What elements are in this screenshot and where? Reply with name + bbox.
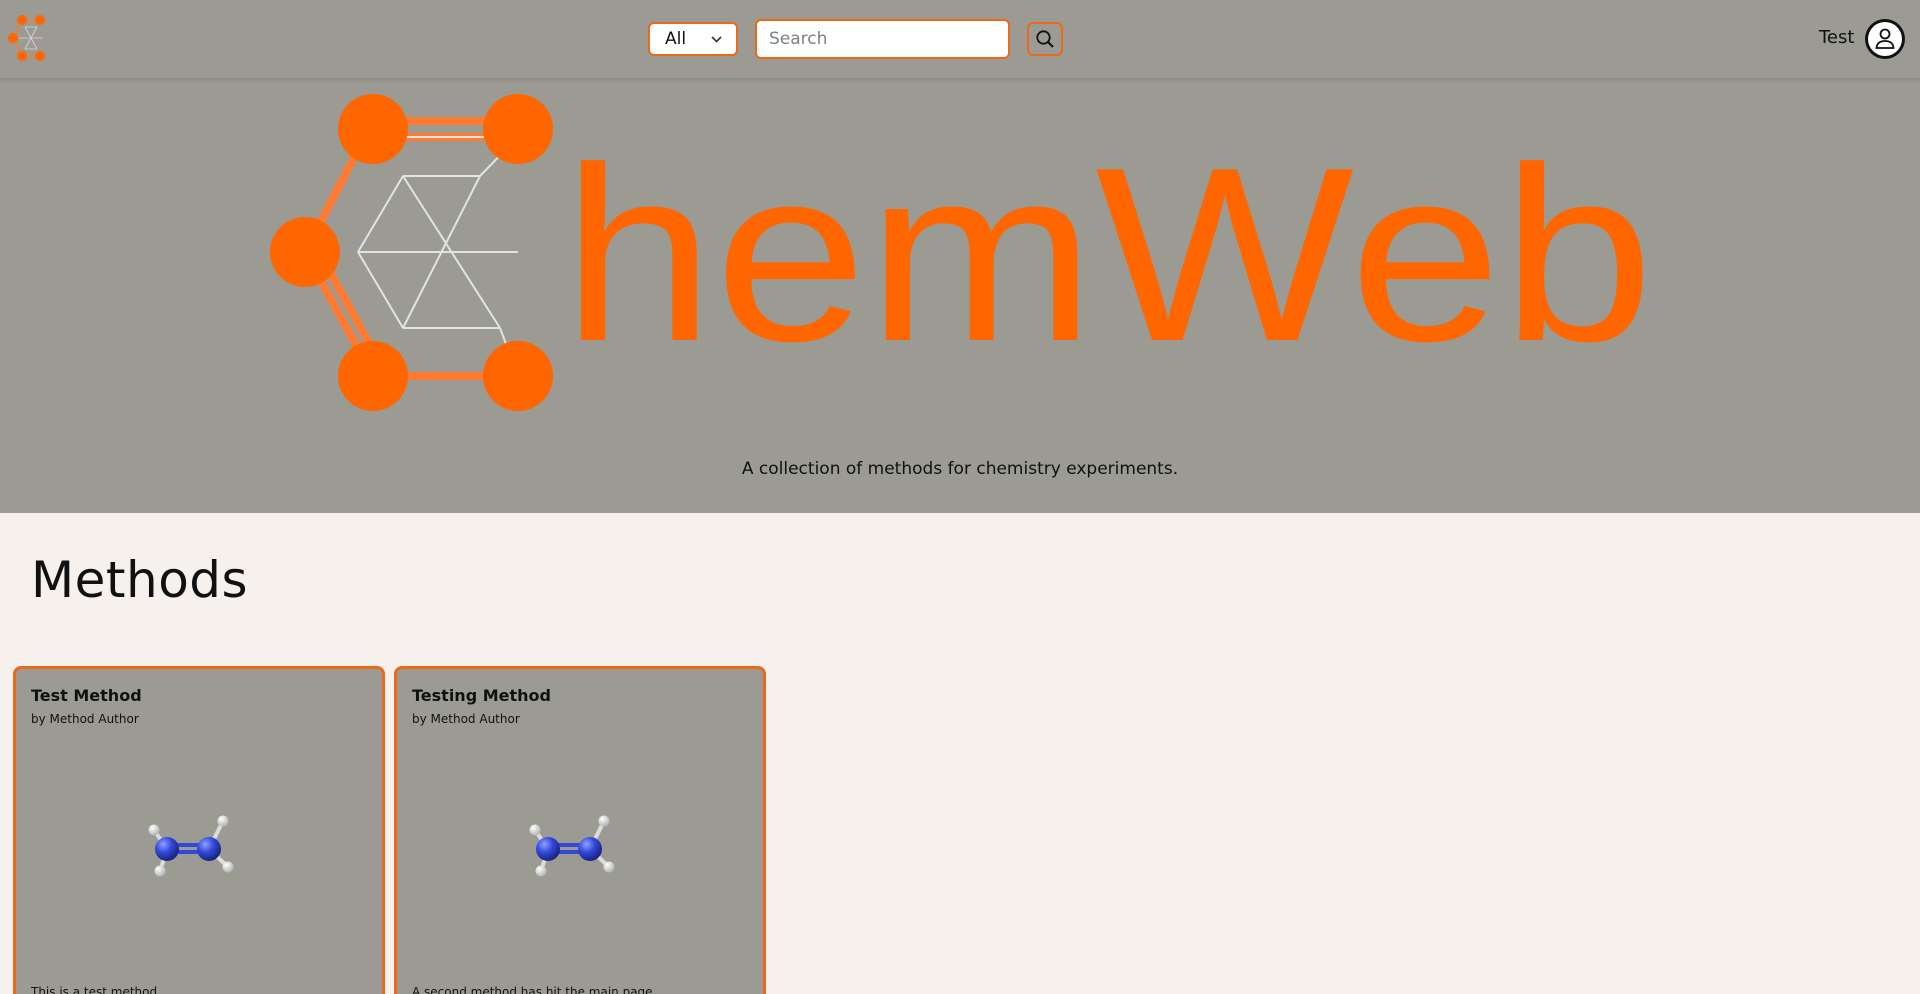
methods-heading: Methods [31,551,249,609]
method-card-title[interactable]: Testing Method [412,686,551,705]
search-scope-value: All [665,29,687,49]
method-card[interactable]: Test Method by Method Author This is a t… [13,666,385,994]
hero-tagline: A collection of methods for chemistry ex… [741,459,1179,479]
method-card-description: This is a test method. [31,985,161,994]
molecule-image [148,815,234,877]
hero-banner: hemWeb A collection of methods for chemi… [0,78,1920,513]
method-card-author: by Method Author [31,712,139,726]
method-card[interactable]: Testing Method by Method Author A second… [394,666,766,994]
search-icon [1036,30,1054,48]
chemweb-hero-logo: hemWeb [270,94,1654,411]
chemweb-logo-icon[interactable] [8,14,54,62]
method-card-description: A second method has hit the main page. [412,985,657,994]
molecule-image [529,815,615,877]
method-card-title[interactable]: Test Method [31,686,142,705]
user-avatar-icon[interactable] [1864,18,1906,60]
search-input[interactable] [755,19,1010,59]
search-button[interactable] [1027,22,1063,56]
method-card-author: by Method Author [412,712,520,726]
hero-logo-text: hemWeb [562,115,1654,393]
search-scope-select[interactable]: All [648,22,738,56]
user-name[interactable]: Test [1819,27,1854,48]
top-nav-bar: All Test [0,0,1920,78]
chevron-down-icon [711,36,722,43]
